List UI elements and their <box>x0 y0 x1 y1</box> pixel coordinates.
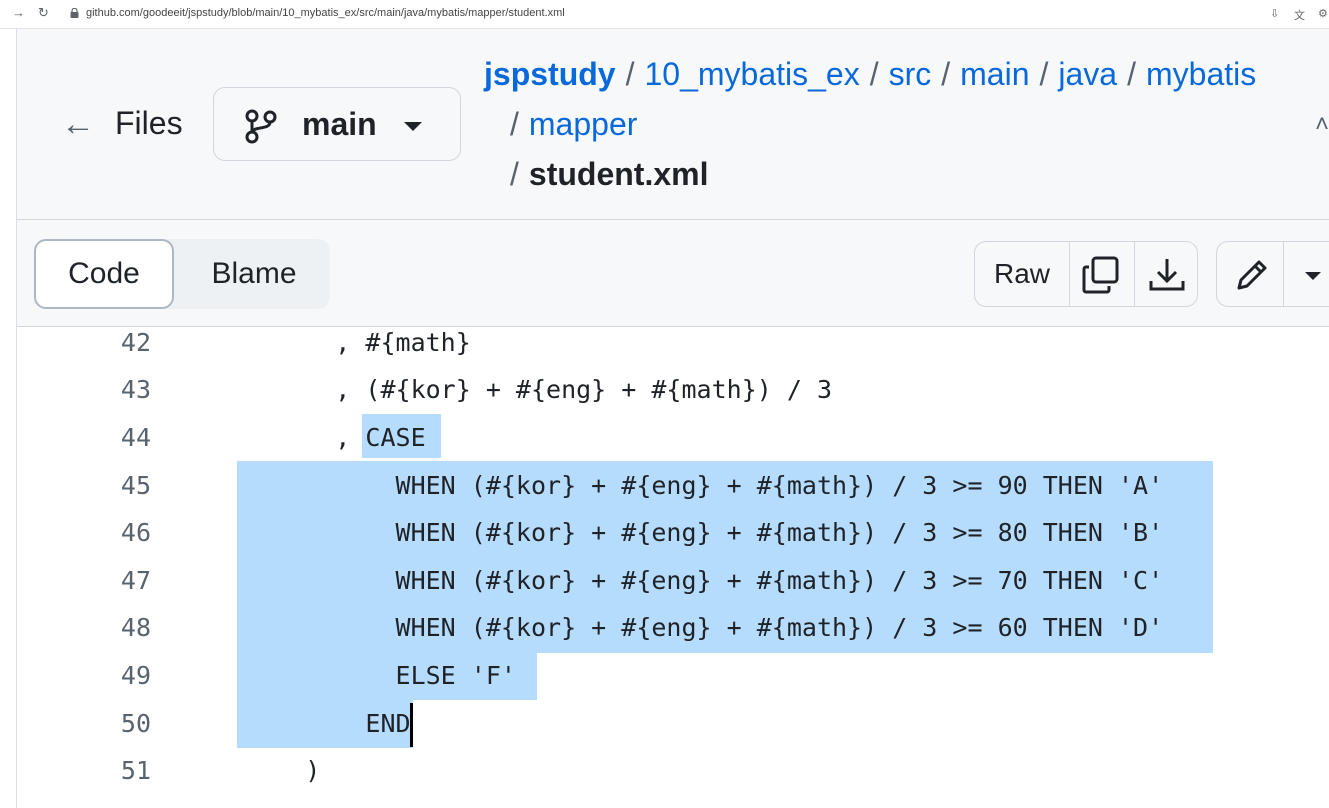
lock-icon <box>70 8 79 18</box>
line-text: , CASE <box>245 423 426 452</box>
code-line: 44 , CASE <box>17 414 1329 462</box>
branch-selector[interactable]: main <box>213 87 461 161</box>
line-number[interactable]: 45 <box>81 462 151 510</box>
pencil-icon[interactable] <box>1233 256 1271 294</box>
files-label: Files <box>115 105 183 141</box>
chevron-down-icon <box>404 122 422 131</box>
view-switcher: Code Blame <box>34 239 330 309</box>
install-icon[interactable]: ⇩ <box>1270 7 1279 20</box>
file-header: ← Files main jspstudy/10_mybatis_ex / src /… <box>17 29 1329 220</box>
line-text: ) <box>245 756 321 785</box>
code-line: 42 , #{math} <box>17 319 1329 367</box>
line-number[interactable]: 51 <box>81 747 151 795</box>
arrow-left-icon: ← <box>61 104 95 143</box>
line-number[interactable]: 50 <box>81 700 151 748</box>
line-text: WHEN (#{kor} + #{eng} + #{math}) / 3 >= … <box>245 566 1164 595</box>
line-number[interactable]: 42 <box>81 319 151 367</box>
chevron-up-icon[interactable]: ˄ <box>1315 111 1329 139</box>
branch-name: main <box>302 106 377 142</box>
tab-code[interactable]: Code <box>34 239 174 309</box>
address-bar[interactable]: github.com/goodeeit/jspstudy/blob/main/1… <box>86 7 565 19</box>
translate-icon[interactable]: 文 <box>1294 7 1305 23</box>
line-text: ELSE 'F' <box>245 661 516 690</box>
chevron-down-icon[interactable] <box>1305 272 1321 280</box>
reload-icon[interactable]: ↻ <box>38 5 49 21</box>
code-line: 49 ELSE 'F' <box>17 652 1329 700</box>
breadcrumb-file: student.xml <box>528 156 709 192</box>
text-cursor <box>410 703 413 747</box>
line-text: WHEN (#{kor} + #{eng} + #{math}) / 3 >= … <box>245 471 1164 500</box>
code-line: 46 WHEN (#{kor} + #{eng} + #{math}) / 3 … <box>17 509 1329 557</box>
code-line: 45 WHEN (#{kor} + #{eng} + #{math}) / 3 … <box>17 462 1329 510</box>
forward-icon[interactable]: → <box>12 5 25 20</box>
edit-actions <box>1216 241 1329 307</box>
line-text: , (#{kor} + #{eng} + #{math}) / 3 <box>245 375 832 404</box>
file-actions: Raw <box>974 241 1198 307</box>
breadcrumb-repo[interactable]: jspstudy <box>484 56 616 92</box>
breadcrumb: jspstudy/10_mybatis_ex / src / main / java / myb… <box>484 56 1257 192</box>
line-number[interactable]: 49 <box>81 652 151 700</box>
extension-icon[interactable]: ⚙ <box>1318 7 1328 20</box>
divider <box>1134 242 1135 306</box>
file-toolbar: Code Blame Raw <box>17 220 1329 327</box>
code-line: 43 , (#{kor} + #{eng} + #{math}) / 3 <box>17 366 1329 414</box>
tab-blame[interactable]: Blame <box>184 239 324 309</box>
line-number[interactable]: 44 <box>81 414 151 462</box>
breadcrumb-segment[interactable]: java <box>1058 56 1117 92</box>
breadcrumb-segment[interactable]: main <box>960 56 1029 92</box>
browser-toolbar: → ↻ github.com/goodeeit/jspstudy/blob/ma… <box>0 0 1329 29</box>
copy-icon[interactable] <box>1081 255 1121 295</box>
download-icon[interactable] <box>1147 255 1187 295</box>
code-line: 50 END <box>17 700 1329 748</box>
code-line: 48 WHEN (#{kor} + #{eng} + #{math}) / 3 … <box>17 604 1329 652</box>
breadcrumb-segment[interactable]: 10_mybatis_ex <box>644 56 859 92</box>
line-number[interactable]: 48 <box>81 604 151 652</box>
line-text: END <box>245 709 411 738</box>
code-line: 51 ) <box>17 747 1329 795</box>
line-number[interactable]: 43 <box>81 366 151 414</box>
files-back-button[interactable]: ← Files <box>61 105 183 142</box>
divider <box>1283 242 1284 306</box>
code-line: 47 WHEN (#{kor} + #{eng} + #{math}) / 3 … <box>17 557 1329 605</box>
breadcrumb-segment[interactable]: src <box>889 56 932 92</box>
git-branch-icon <box>245 109 277 144</box>
line-text: , #{math} <box>245 328 471 357</box>
breadcrumb-segment[interactable]: mapper <box>529 106 638 142</box>
raw-button[interactable]: Raw <box>975 242 1069 306</box>
breadcrumb-segment[interactable]: mybatis <box>1146 56 1256 92</box>
line-text: WHEN (#{kor} + #{eng} + #{math}) / 3 >= … <box>245 518 1164 547</box>
divider <box>1069 242 1070 306</box>
line-number[interactable]: 47 <box>81 557 151 605</box>
line-text: WHEN (#{kor} + #{eng} + #{math}) / 3 >= … <box>245 613 1164 642</box>
line-number[interactable]: 46 <box>81 509 151 557</box>
code-view[interactable]: 42 , #{math} 43 , (#{kor} + #{eng} + #{m… <box>17 327 1329 808</box>
